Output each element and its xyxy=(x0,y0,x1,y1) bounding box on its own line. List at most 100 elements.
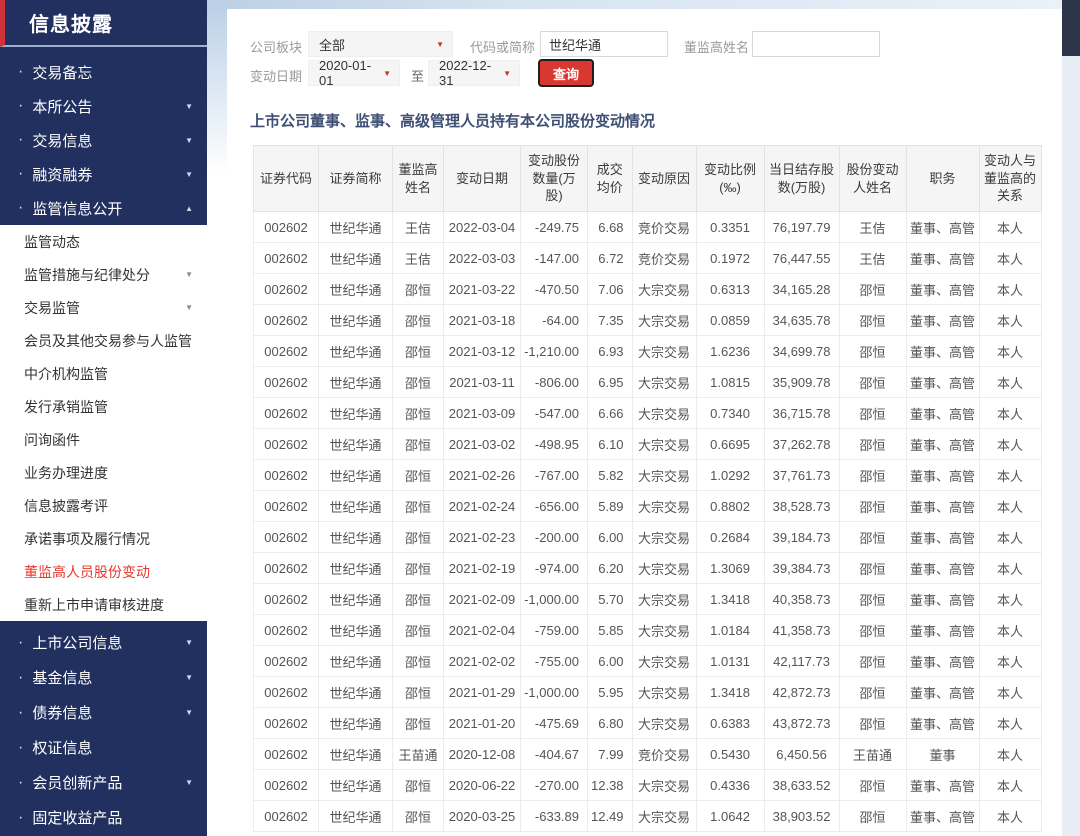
date-to-select[interactable]: 2022-12-31 ▼ xyxy=(428,60,520,86)
sidebar-item-top-3[interactable]: ·融资融券▼ xyxy=(0,157,207,191)
table-cell: 39,384.73 xyxy=(764,553,839,584)
table-cell: 大宗交易 xyxy=(632,677,696,708)
sidebar-item-bottom-1[interactable]: ·基金信息▼ xyxy=(0,660,207,695)
bullet-icon: · xyxy=(18,810,23,826)
table-cell: 大宗交易 xyxy=(632,770,696,801)
table-cell: 6.68 xyxy=(588,212,633,243)
table-cell: 5.70 xyxy=(588,584,633,615)
table-cell: 12.49 xyxy=(588,801,633,832)
sidebar-subitem-label: 业务办理进度 xyxy=(24,463,108,483)
table-cell: 本人 xyxy=(979,398,1041,429)
name-input[interactable] xyxy=(752,31,880,57)
sidebar-subitem-3[interactable]: 会员及其他交易参与人监管 xyxy=(0,324,207,357)
table-cell: 邵恒 xyxy=(393,553,444,584)
table-row: 002602世纪华通邵恒2021-03-18-64.007.35大宗交易0.08… xyxy=(254,305,1042,336)
table-cell: 世纪华通 xyxy=(319,739,393,770)
table-cell: 董事、高管 xyxy=(906,522,979,553)
chevron-down-icon: ▼ xyxy=(185,638,193,647)
column-header: 变动比例(‰) xyxy=(696,146,764,212)
sidebar-subitem-11[interactable]: 重新上市申请审核进度 xyxy=(0,588,207,621)
holdings-table: 证券代码证券简称董监高姓名变动日期变动股份数量(万股)成交均价变动原因变动比例(… xyxy=(253,145,1042,832)
bullet-icon: · xyxy=(18,132,23,148)
table-cell: 002602 xyxy=(254,677,319,708)
table-cell: 邵恒 xyxy=(839,646,906,677)
sidebar-subitem-1[interactable]: 监管措施与纪律处分▼ xyxy=(0,258,207,291)
table-cell: 002602 xyxy=(254,212,319,243)
table-cell: 世纪华通 xyxy=(319,212,393,243)
table-cell: 002602 xyxy=(254,770,319,801)
table-cell: 12.38 xyxy=(588,770,633,801)
column-header: 当日结存股数(万股) xyxy=(764,146,839,212)
table-cell: 世纪华通 xyxy=(319,429,393,460)
table-cell: 002602 xyxy=(254,801,319,832)
table-cell: 39,184.73 xyxy=(764,522,839,553)
table-cell: 世纪华通 xyxy=(319,336,393,367)
sidebar-subitem-7[interactable]: 业务办理进度 xyxy=(0,456,207,489)
sidebar-item-bottom-2[interactable]: ·债券信息▼ xyxy=(0,695,207,730)
chevron-down-icon: ▼ xyxy=(185,270,193,279)
table-cell: 世纪华通 xyxy=(319,801,393,832)
sidebar-item-bottom-3[interactable]: ·权证信息 xyxy=(0,730,207,765)
scrollbar-track[interactable] xyxy=(1062,0,1080,836)
page-title: 上市公司董事、监事、高级管理人员持有本公司股份变动情况 xyxy=(250,110,655,131)
table-cell: 邵恒 xyxy=(393,367,444,398)
table-cell: 5.85 xyxy=(588,615,633,646)
table-cell: 0.7340 xyxy=(696,398,764,429)
table-cell: 2020-06-22 xyxy=(444,770,521,801)
sidebar-item-top-4[interactable]: ·监管信息公开▲ xyxy=(0,191,207,225)
sidebar-subitem-2[interactable]: 交易监管▼ xyxy=(0,291,207,324)
table-cell: 董事、高管 xyxy=(906,243,979,274)
table-cell: 002602 xyxy=(254,274,319,305)
table-cell: 002602 xyxy=(254,460,319,491)
sidebar-item-top-2[interactable]: ·交易信息▼ xyxy=(0,123,207,157)
table-cell: 邵恒 xyxy=(393,305,444,336)
sidebar-item-top-1[interactable]: ·本所公告▼ xyxy=(0,89,207,123)
sidebar-subitem-5[interactable]: 发行承销监管 xyxy=(0,390,207,423)
sidebar-subitem-9[interactable]: 承诺事项及履行情况 xyxy=(0,522,207,555)
scrollbar-top-block xyxy=(1062,0,1080,56)
sidebar-subitem-8[interactable]: 信息披露考评 xyxy=(0,489,207,522)
table-cell: 世纪华通 xyxy=(319,367,393,398)
sidebar-item-bottom-5[interactable]: ·固定收益产品 xyxy=(0,800,207,835)
sidebar-subitem-4[interactable]: 中介机构监管 xyxy=(0,357,207,390)
sidebar-subitem-label: 承诺事项及履行情况 xyxy=(24,529,150,549)
sidebar-title: 信息披露 xyxy=(5,8,113,37)
column-header: 证券代码 xyxy=(254,146,319,212)
bullet-icon: · xyxy=(18,64,23,80)
table-cell: 34,165.28 xyxy=(764,274,839,305)
sidebar-subitem-0[interactable]: 监管动态 xyxy=(0,225,207,258)
table-cell: 世纪华通 xyxy=(319,708,393,739)
table-cell: 0.6695 xyxy=(696,429,764,460)
sidebar-subitem-10[interactable]: 董监高人员股份变动 xyxy=(0,555,207,588)
sidebar-submenu: 监管动态监管措施与纪律处分▼交易监管▼ 会员及其他交易参与人监管中介机构监管发行承… xyxy=(0,225,207,621)
chevron-up-icon: ▲ xyxy=(185,204,193,213)
date-from-select[interactable]: 2020-01-01 ▼ xyxy=(308,60,400,86)
table-row: 002602世纪华通邵恒2021-02-23-200.006.00大宗交易0.2… xyxy=(254,522,1042,553)
table-cell: 大宗交易 xyxy=(632,336,696,367)
table-cell: 本人 xyxy=(979,584,1041,615)
query-button[interactable]: 查询 xyxy=(538,59,594,87)
table-cell: -656.00 xyxy=(521,491,588,522)
sidebar-header: 信息披露 xyxy=(0,0,207,47)
table-cell: 邵恒 xyxy=(393,584,444,615)
date-from-value: 2020-01-01 xyxy=(319,58,377,88)
code-input[interactable] xyxy=(540,31,668,57)
sidebar-item-top-0[interactable]: ·交易备忘 xyxy=(0,55,207,89)
sidebar-item-bottom-0[interactable]: ·上市公司信息▼ xyxy=(0,625,207,660)
sidebar-item-bottom-label: 债券信息 xyxy=(32,702,92,723)
sidebar-item-bottom-label: 基金信息 xyxy=(32,667,92,688)
table-cell: 世纪华通 xyxy=(319,274,393,305)
table-cell: 竞价交易 xyxy=(632,739,696,770)
table-cell: 002602 xyxy=(254,553,319,584)
table-row: 002602世纪华通邵恒2021-02-09-1,000.005.70大宗交易1… xyxy=(254,584,1042,615)
table-cell: 董事、高管 xyxy=(906,646,979,677)
sidebar-subitem-6[interactable]: 问询函件 xyxy=(0,423,207,456)
top-banner-strip xyxy=(207,0,1062,9)
table-header-row: 证券代码证券简称董监高姓名变动日期变动股份数量(万股)成交均价变动原因变动比例(… xyxy=(254,146,1042,212)
sidebar-item-bottom-4[interactable]: ·会员创新产品▼ xyxy=(0,765,207,800)
table-cell: 6.66 xyxy=(588,398,633,429)
table-cell: 2020-12-08 xyxy=(444,739,521,770)
board-select[interactable]: 全部 ▼ xyxy=(308,31,453,57)
bullet-icon: · xyxy=(18,775,23,791)
sidebar-subitem-label: 会员及其他交易参与人监管 xyxy=(24,331,192,351)
